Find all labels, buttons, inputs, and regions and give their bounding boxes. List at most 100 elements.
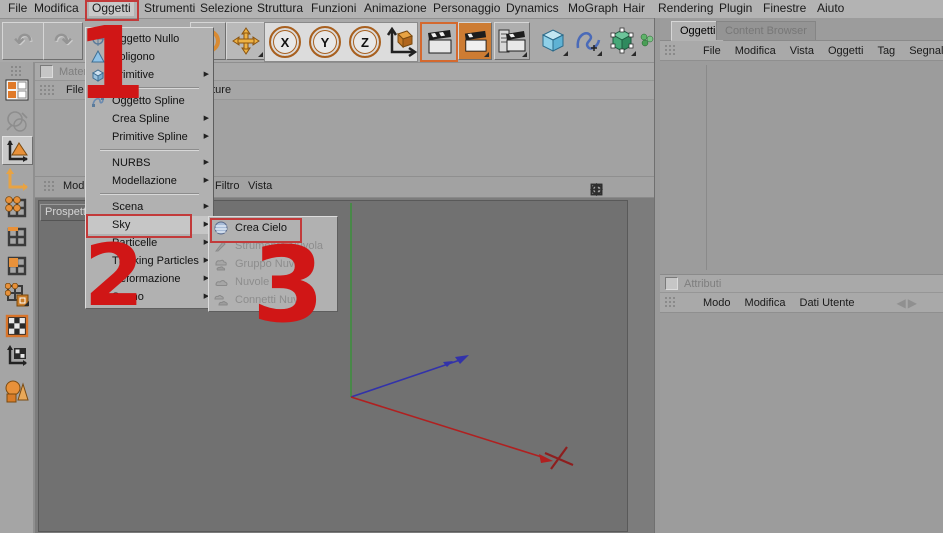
submenu-item-gruppo-nuvole[interactable]: Gruppo Nuvole: [209, 255, 337, 273]
menu-file[interactable]: File: [5, 1, 30, 16]
object-manager-grip[interactable]: [664, 44, 677, 57]
redo-button[interactable]: ↷: [43, 22, 83, 60]
materials-checkbox[interactable]: [40, 65, 53, 78]
menu-item-scena[interactable]: Scena: [86, 198, 213, 216]
render-to-picture-viewer-button[interactable]: [458, 22, 492, 60]
attr-menu-dati-utente[interactable]: Dati Utente: [800, 297, 855, 309]
menu-modifica[interactable]: Modifica: [31, 1, 82, 16]
add-spline-button[interactable]: [572, 22, 604, 58]
menu-mograph[interactable]: MoGraph: [565, 1, 621, 16]
axis-x-button[interactable]: X: [269, 26, 301, 58]
menu-item-crea-spline[interactable]: Crea Spline: [86, 110, 213, 128]
menu-item-oggetto-nullo[interactable]: Oggetto Nullo: [86, 30, 213, 48]
materials-menu-file[interactable]: File: [64, 84, 86, 96]
menu-item-thinking-particles[interactable]: Thinking Particles: [86, 252, 213, 270]
object-axis-mode-button[interactable]: [2, 165, 31, 192]
texture-mode-button[interactable]: [2, 312, 31, 339]
attributes-menubar: Modo Modifica Dati Utente ◀▶: [660, 293, 943, 313]
model-mode-button[interactable]: [2, 136, 33, 165]
tab-content-browser[interactable]: Content Browser: [716, 21, 816, 40]
render-view-button[interactable]: [420, 22, 458, 62]
viewport-menu-vista[interactable]: Vista: [248, 180, 272, 192]
om-menu-tag[interactable]: Tag: [877, 45, 895, 57]
selection-filter-button[interactable]: [2, 377, 31, 404]
menu-rendering[interactable]: Rendering: [655, 1, 716, 16]
menu-dynamics[interactable]: Dynamics: [503, 1, 562, 16]
attr-menu-modifica[interactable]: Modifica: [745, 297, 786, 309]
menu-strumenti[interactable]: Strumenti: [141, 1, 198, 16]
spline-tool-icon: [576, 32, 601, 51]
attributes-grip[interactable]: [664, 296, 677, 309]
cloud-group-icon: [215, 259, 227, 271]
submenu-item-nuvole[interactable]: Nuvole: [209, 273, 337, 291]
menu-item-primitive-spline[interactable]: Primitive Spline: [86, 128, 213, 146]
materials-grip[interactable]: [39, 83, 56, 97]
om-menu-segnali[interactable]: Segnali: [909, 45, 943, 57]
axis-y-button[interactable]: Y: [309, 26, 341, 58]
menu-item-primitive[interactable]: Primitive: [86, 66, 213, 84]
om-menu-vista[interactable]: Vista: [790, 45, 814, 57]
menu-item-oggetto-spline[interactable]: Oggetto Spline: [86, 92, 213, 110]
polygon-mode-button[interactable]: [2, 252, 31, 279]
menu-item-particelle[interactable]: Particelle: [86, 234, 213, 252]
undo-icon: ↶: [14, 29, 32, 53]
menu-item-deformazione[interactable]: Deformazione: [86, 270, 213, 288]
modeling-objects-button[interactable]: [640, 22, 654, 58]
menu-item-sky[interactable]: Sky: [86, 216, 213, 234]
om-menu-modifica[interactable]: Modifica: [735, 45, 776, 57]
undo-button[interactable]: ↶: [2, 22, 44, 60]
menu-item-poligono[interactable]: Poligono: [86, 48, 213, 66]
menu-separator: [86, 146, 213, 154]
layout-button[interactable]: [2, 76, 31, 103]
uv-mode-button[interactable]: [2, 281, 31, 308]
object-manager-list[interactable]: [660, 61, 943, 275]
polygon-icon: [91, 50, 105, 63]
texture-axis-mode-button[interactable]: [2, 341, 31, 368]
green-primitives-icon: [640, 33, 654, 47]
submenu-item-crea-cielo[interactable]: Crea Cielo: [209, 219, 337, 237]
object-axis-icon: [5, 167, 28, 191]
cloud-connect-icon: [214, 295, 228, 306]
menu-hair[interactable]: Hair: [620, 1, 648, 16]
axis-z-button[interactable]: Z: [349, 26, 381, 58]
menu-item-nurbs[interactable]: NURBS: [86, 154, 213, 172]
attributes-content: [660, 313, 943, 533]
menu-funzioni[interactable]: Funzioni: [308, 1, 359, 16]
submenu-item-connetti-nuvole[interactable]: Connetti Nuvole: [209, 291, 337, 309]
move-tool-button[interactable]: [226, 22, 266, 60]
oggetti-dropdown-menu: Oggetto Nullo Poligono Primitive Oggetto…: [85, 27, 214, 309]
add-cube-button[interactable]: [536, 22, 570, 58]
attr-menu-modo[interactable]: Modo: [703, 297, 731, 309]
submenu-item-strumento-nuvola[interactable]: Strumento Nuvola: [209, 237, 337, 255]
menu-selezione[interactable]: Selezione: [197, 1, 256, 16]
clapperboard-icon: [428, 30, 452, 54]
world-coordinates-button[interactable]: [2, 108, 31, 135]
object-manager-column-divider: [706, 65, 707, 270]
menu-aiuto[interactable]: Aiuto: [814, 1, 847, 16]
menu-item-suono[interactable]: Suono: [86, 288, 213, 306]
attributes-checkbox[interactable]: [665, 277, 678, 290]
menu-separator: [86, 190, 213, 198]
viewport-grip[interactable]: [43, 180, 56, 193]
edge-mode-button[interactable]: [2, 223, 31, 250]
menu-struttura[interactable]: Struttura: [254, 1, 306, 16]
menu-item-modellazione[interactable]: Modellazione: [86, 172, 213, 190]
menu-finestre[interactable]: Finestre: [760, 1, 809, 16]
menu-oggetti[interactable]: Oggetti: [89, 1, 134, 16]
viewport-menu-filtro[interactable]: Filtro: [215, 180, 239, 192]
main-menubar: File Modifica Oggetti Strumenti Selezion…: [0, 0, 943, 19]
menu-plugin[interactable]: Plugin: [716, 1, 755, 16]
attributes-history-arrows[interactable]: ◀▶: [897, 296, 919, 310]
viewport-maximize-icon[interactable]: [589, 182, 604, 197]
om-menu-oggetti[interactable]: Oggetti: [828, 45, 863, 57]
make-editable-button[interactable]: [606, 22, 638, 58]
menu-personaggio[interactable]: Personaggio: [430, 1, 503, 16]
globe-icon: [5, 110, 28, 132]
menu-animazione[interactable]: Animazione: [361, 1, 430, 16]
uv-mode-icon: [4, 282, 28, 306]
render-settings-button[interactable]: [494, 22, 530, 60]
coordinate-system-icon[interactable]: [385, 27, 417, 57]
point-mode-button[interactable]: [2, 194, 31, 221]
om-menu-file[interactable]: File: [703, 45, 721, 57]
red-scribble-x: [544, 446, 574, 470]
